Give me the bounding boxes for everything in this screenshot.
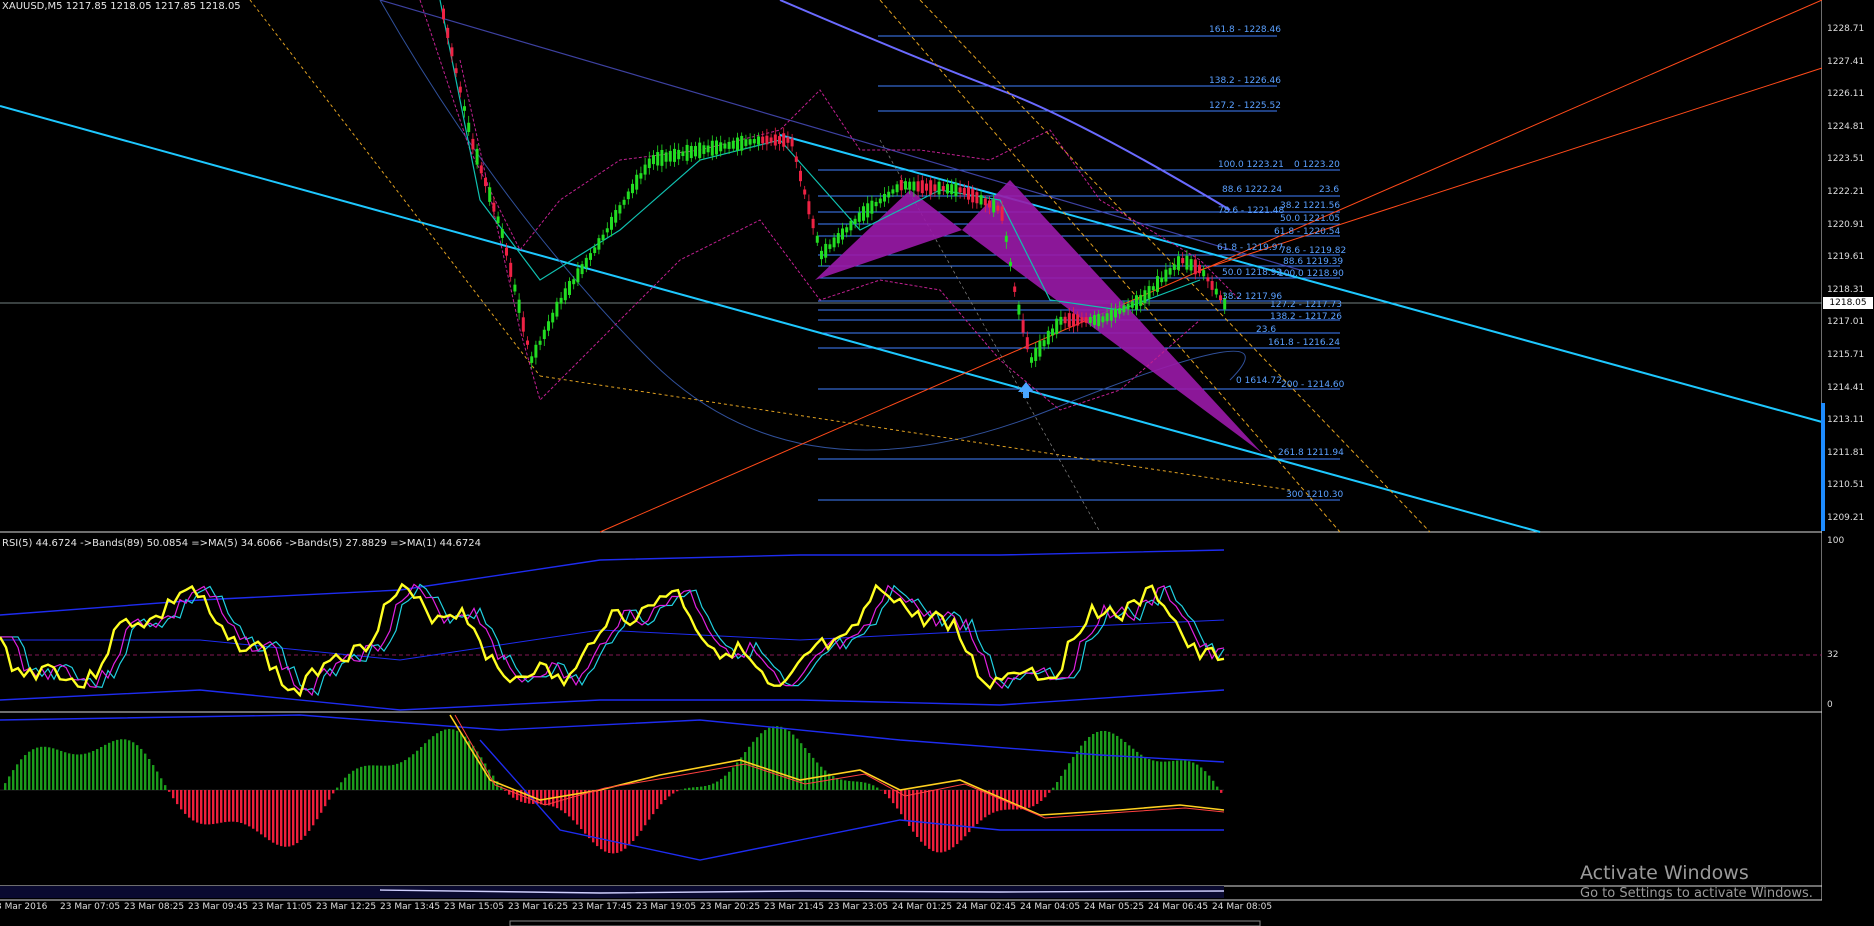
- fib-label: 100.0 1223.21: [1218, 160, 1284, 170]
- time-axis-label: 24 Mar 06:45: [1148, 902, 1209, 912]
- fib-label: 261.8 1211.94: [1278, 448, 1344, 458]
- fib-label: 127.2 - 1225.52: [1209, 101, 1281, 111]
- fib-label: 138.2 - 1217.26: [1270, 312, 1342, 322]
- rsi-band-mid: [0, 619, 1225, 661]
- fib-label: 300 1210.30: [1286, 490, 1344, 500]
- time-axis-label: 23 Mar 20:25: [700, 902, 761, 912]
- rsi-info: RSI(5) 44.6724 ->Bands(89) 50.0854 =>MA(…: [2, 538, 481, 549]
- fib-label: 23.6: [1319, 185, 1340, 195]
- blue-curve: [379, 0, 1301, 271]
- watermark-title: Activate Windows: [1580, 862, 1749, 884]
- fib-label: 127.2 - 1217.73: [1270, 300, 1342, 310]
- fib-label: 78.6 - 1219.82: [1280, 246, 1347, 256]
- time-axis-label: 23 Mar 19:05: [636, 902, 697, 912]
- price-candles: [442, 5, 1227, 369]
- price-axis-label: 1217.01: [1827, 317, 1865, 328]
- fib-label: 78.6 - 1221.48: [1218, 206, 1285, 216]
- time-axis-label: 24 Mar 04:05: [1020, 902, 1081, 912]
- fib-label: 88.6 1219.39: [1283, 257, 1344, 267]
- time-axis-label: 24 Mar 05:25: [1084, 902, 1145, 912]
- rsi-level-100: 100: [1827, 536, 1845, 546]
- time-axis-label: 23 Mar 21:45: [764, 902, 825, 912]
- rsi-band-lower: [0, 689, 1225, 711]
- price-axis-label: 1219.61: [1827, 252, 1865, 263]
- band-lower: [459, 59, 1201, 411]
- price-scroll-tab[interactable]: [1821, 403, 1825, 531]
- time-axis-label: 23 Mar 13:45: [380, 902, 441, 912]
- rsi-level-32: 32: [1827, 650, 1839, 660]
- fib-label: 0 1223.20: [1294, 160, 1340, 170]
- fib-label: 100.0 1218.90: [1278, 269, 1344, 279]
- price-axis-label: 1222.21: [1827, 187, 1865, 197]
- current-price-badge: 1218.05: [1823, 297, 1873, 309]
- histo-band-upper: [0, 714, 1225, 763]
- time-axis-label: 23 Mar 15:05: [444, 902, 505, 912]
- fib-label: 161.8 - 1228.46: [1209, 25, 1281, 35]
- price-axis: [1822, 0, 1874, 926]
- activate-windows-watermark: Activate Windows Go to Settings to activ…: [1580, 862, 1813, 901]
- fib-label: 200 - 1214.60: [1281, 380, 1345, 390]
- price-axis-label: 1214.41: [1827, 382, 1865, 393]
- price-axis-label: 1210.51: [1827, 480, 1865, 491]
- time-axis-label: 23 Mar 08:25: [124, 902, 185, 912]
- price-axis-label: 1211.81: [1827, 447, 1865, 458]
- fib-label: 161.8 - 1216.24: [1268, 338, 1340, 348]
- time-axis-label: 23 Mar 17:45: [572, 902, 633, 912]
- fib-label: 88.6 1222.24: [1222, 185, 1283, 195]
- rsi-level-0: 0: [1827, 700, 1833, 710]
- time-axis-label: 3 Mar 2016: [0, 902, 48, 912]
- time-axis-label: 23 Mar 12:25: [316, 902, 377, 912]
- buy-arrow-icon: [1018, 382, 1034, 398]
- time-axis-label: 23 Mar 07:05: [60, 902, 121, 912]
- price-axis-label: 1223.51: [1827, 154, 1865, 165]
- fib-label: 50.0 1218.92: [1222, 268, 1283, 278]
- blue-ma-curve: [779, 0, 1231, 211]
- price-axis-label: 1218.31: [1827, 284, 1865, 295]
- fib-label: 0 1614.72: [1236, 376, 1282, 386]
- fib-label: 61.8 - 1219.97: [1217, 243, 1284, 253]
- time-axis-label: 24 Mar 02:45: [956, 902, 1017, 912]
- time-axis-label: 23 Mar 11:05: [252, 902, 313, 912]
- time-axis-label: 24 Mar 01:25: [892, 902, 953, 912]
- fib-label: 50.0 1221.05: [1280, 214, 1341, 224]
- orange-dash-4: [539, 375, 1291, 491]
- fib-label: 23.6: [1256, 325, 1277, 335]
- price-axis-label: 1220.91: [1827, 219, 1865, 230]
- fib-label: 38.2 1221.56: [1280, 201, 1341, 211]
- price-axis-label: 1209.21: [1827, 513, 1865, 523]
- time-axis-label: 23 Mar 09:45: [188, 902, 249, 912]
- price-axis-label: 1226.11: [1827, 89, 1865, 100]
- time-scroll-handle[interactable]: [509, 920, 1261, 926]
- fib-label: 138.2 - 1226.46: [1209, 76, 1281, 86]
- price-axis-label: 1215.71: [1827, 350, 1865, 360]
- watermark-subtitle: Go to Settings to activate Windows.: [1580, 886, 1813, 901]
- price-axis-label: 1224.81: [1827, 121, 1865, 132]
- chart-canvas[interactable]: [0, 0, 1874, 926]
- time-axis-label: 23 Mar 16:25: [508, 902, 569, 912]
- price-axis-label: 1228.71: [1827, 24, 1865, 34]
- time-axis-label: 24 Mar 08:05: [1212, 902, 1273, 912]
- price-axis-label: 1213.11: [1827, 415, 1865, 426]
- symbol-info: XAUUSD,M5 1217.85 1218.05 1217.85 1218.0…: [2, 1, 241, 12]
- time-axis-label: 23 Mar 23:05: [828, 902, 889, 912]
- price-axis-label: 1227.41: [1827, 56, 1865, 67]
- fib-label: 61.8 - 1220.54: [1274, 227, 1341, 237]
